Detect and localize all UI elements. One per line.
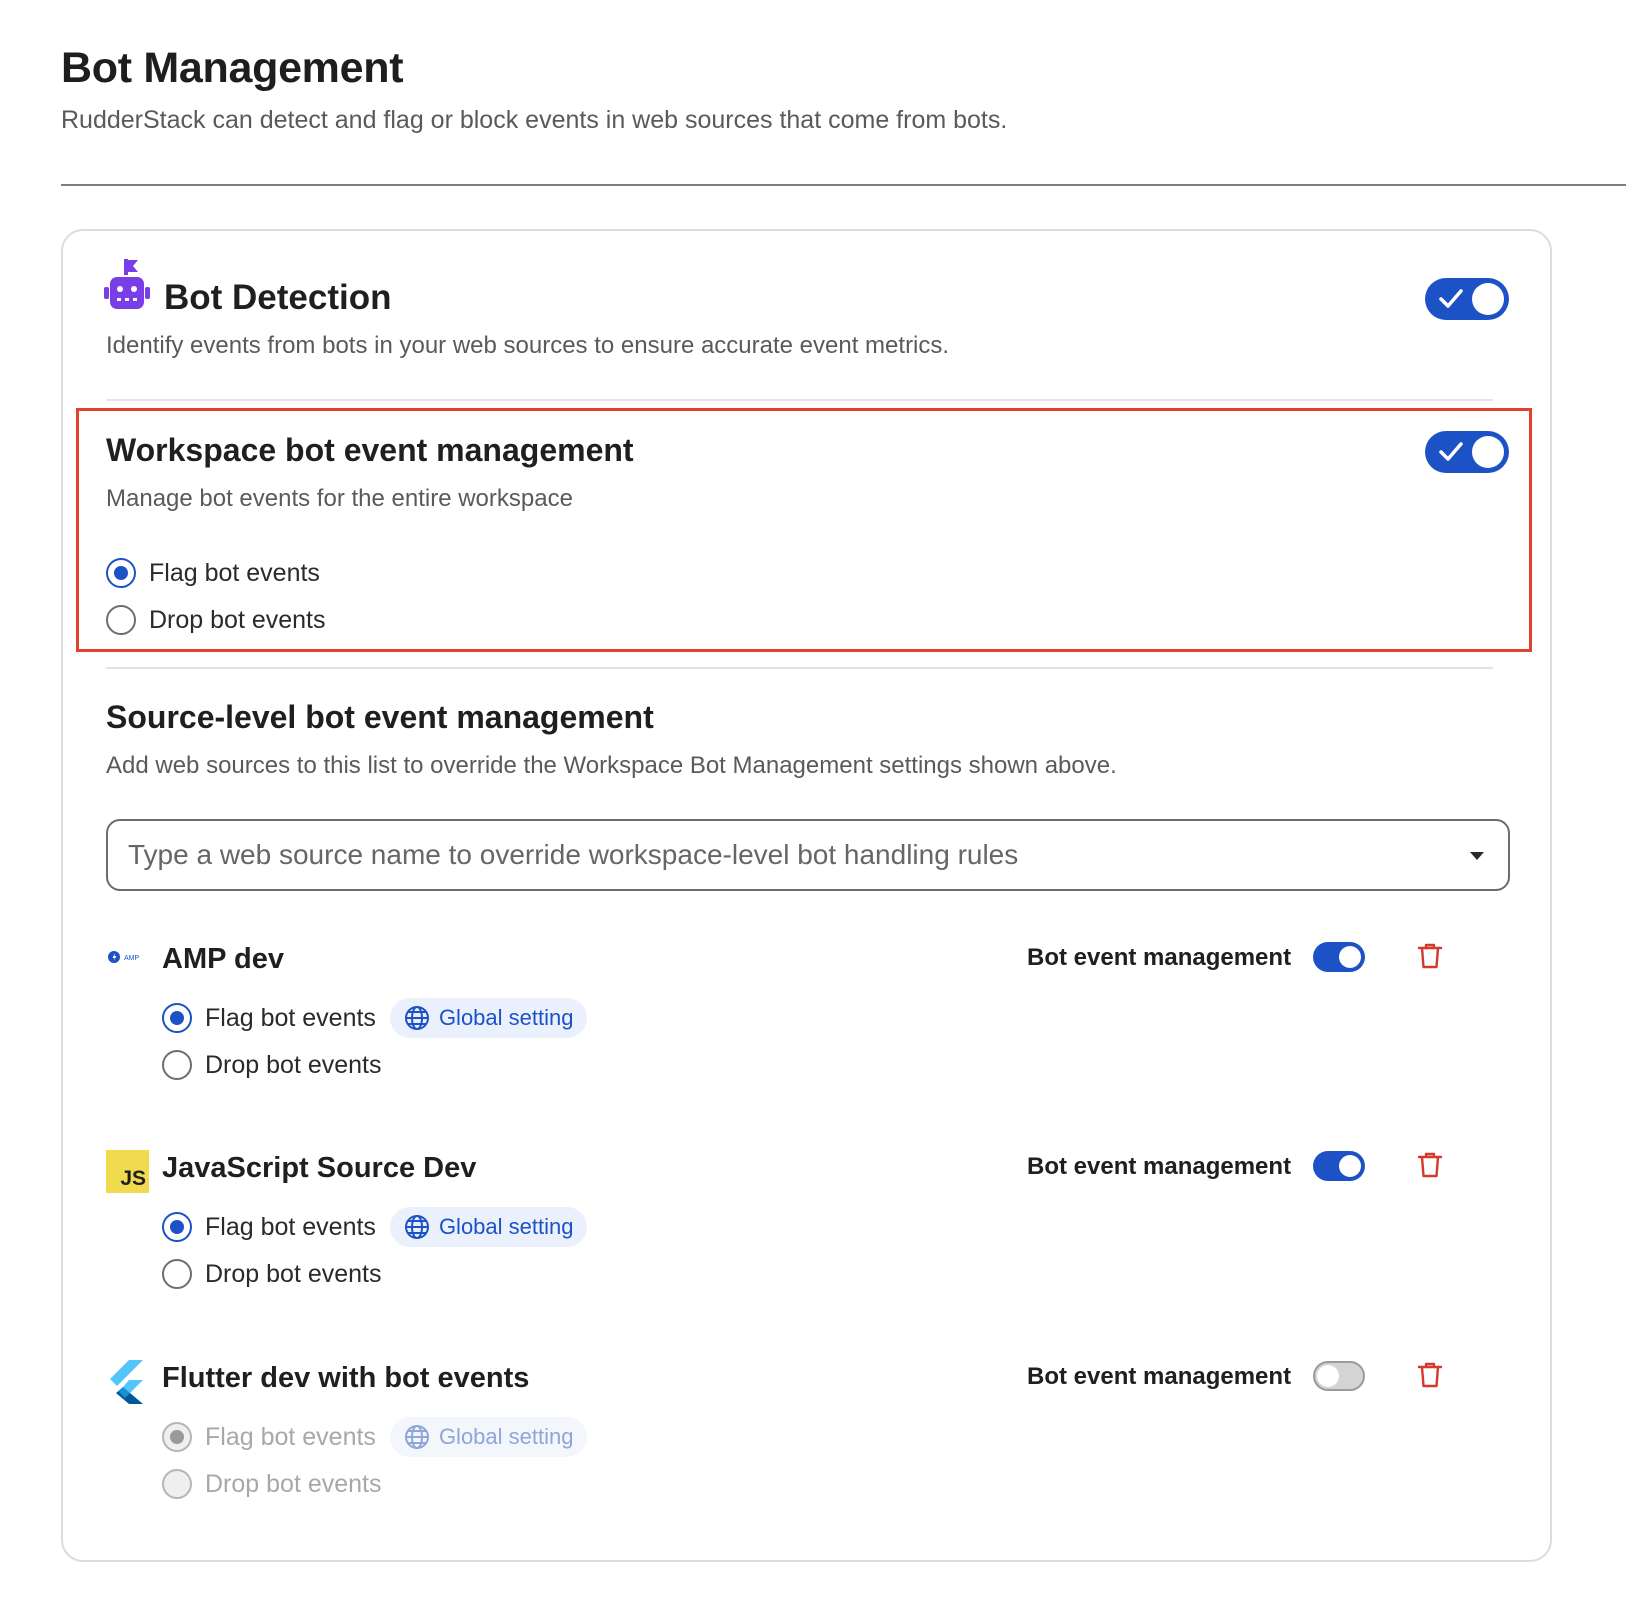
radio-drop <box>162 1469 192 1499</box>
toggle-knob <box>1339 1155 1361 1177</box>
flutter-drop-option: Drop bot events <box>162 1467 382 1501</box>
toggle-knob <box>1317 1365 1339 1387</box>
bot-event-management-label: Bot event management <box>1027 944 1292 971</box>
page-divider <box>61 184 1626 186</box>
source-search-input[interactable] <box>128 839 1428 871</box>
source-level-description: Add web sources to this list to override… <box>106 752 1117 779</box>
global-setting-badge: Global setting <box>389 1417 588 1457</box>
page-title: Bot Management <box>61 44 404 92</box>
javascript-flag-option[interactable]: Flag bot events Global setting <box>162 1207 588 1247</box>
amp-flag-option[interactable]: Flag bot events Global setting <box>162 998 588 1038</box>
amp-icon: AMP <box>108 951 140 963</box>
radio-label: Flag bot events <box>205 1212 376 1241</box>
chevron-down-icon[interactable] <box>1470 852 1484 860</box>
radio-flag <box>162 1422 192 1452</box>
globe-icon <box>404 1215 429 1239</box>
source-toggle-javascript[interactable] <box>1313 1151 1365 1181</box>
check-icon <box>1439 289 1463 308</box>
robot-icon <box>104 259 150 309</box>
global-setting-badge: Global setting <box>389 998 588 1038</box>
flutter-flag-option: Flag bot events Global setting <box>162 1417 588 1457</box>
radio-label: Flag bot events <box>205 1422 376 1451</box>
badge-label: Global setting <box>438 1005 574 1030</box>
globe-icon <box>404 1425 429 1449</box>
badge-label: Global setting <box>438 1214 574 1239</box>
bot-event-management-label: Bot event management <box>1027 1153 1292 1180</box>
source-search-dropdown[interactable] <box>106 819 1510 891</box>
javascript-drop-option[interactable]: Drop bot events <box>162 1257 382 1291</box>
bot-detection-description: Identify events from bots in your web so… <box>106 332 950 359</box>
radio-label: Drop bot events <box>205 1259 382 1288</box>
amp-icon-label: AMP <box>124 955 140 962</box>
trash-icon[interactable] <box>1417 1151 1443 1179</box>
radio-label: Drop bot events <box>205 1050 382 1079</box>
source-name-flutter: Flutter dev with bot events <box>162 1362 530 1394</box>
javascript-icon-label: JS <box>120 1167 146 1190</box>
radio-drop[interactable] <box>162 1050 192 1080</box>
trash-icon[interactable] <box>1417 942 1443 970</box>
toggle-knob <box>1472 283 1504 315</box>
radio-flag[interactable] <box>162 1003 192 1033</box>
globe-icon <box>404 1006 429 1030</box>
flutter-icon <box>110 1360 143 1404</box>
trash-icon[interactable] <box>1417 1361 1443 1389</box>
workspace-highlight-box <box>76 408 1532 652</box>
bot-event-management-label: Bot event management <box>1027 1363 1292 1390</box>
bot-detection-toggle[interactable] <box>1425 278 1509 320</box>
radio-label: Flag bot events <box>205 1003 376 1032</box>
divider <box>106 399 1493 401</box>
source-level-title: Source-level bot event management <box>106 699 654 735</box>
javascript-icon: JS <box>106 1150 149 1193</box>
source-name-amp: AMP dev <box>162 943 284 975</box>
radio-flag[interactable] <box>162 1212 192 1242</box>
radio-label: Drop bot events <box>205 1469 382 1498</box>
page-subtitle: RudderStack can detect and flag or block… <box>61 106 1008 134</box>
source-name-javascript: JavaScript Source Dev <box>162 1152 477 1184</box>
bot-detection-title: Bot Detection <box>164 278 392 317</box>
badge-label: Global setting <box>438 1424 574 1449</box>
amp-drop-option[interactable]: Drop bot events <box>162 1048 382 1082</box>
source-toggle-flutter[interactable] <box>1313 1361 1365 1391</box>
divider <box>106 667 1493 669</box>
source-toggle-amp[interactable] <box>1313 942 1365 972</box>
radio-drop[interactable] <box>162 1259 192 1289</box>
global-setting-badge: Global setting <box>389 1207 588 1247</box>
toggle-knob <box>1339 946 1361 968</box>
